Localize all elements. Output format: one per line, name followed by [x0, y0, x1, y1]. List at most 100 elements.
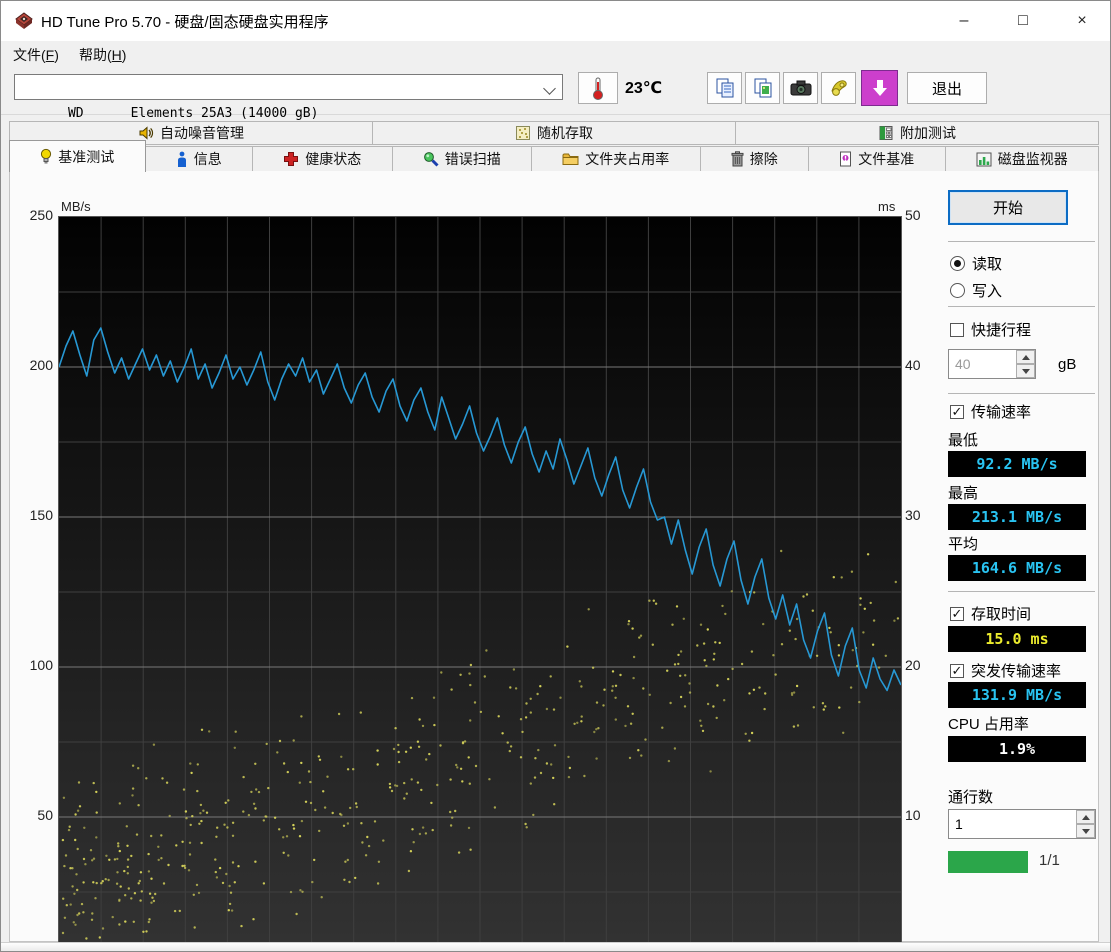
hd-tune-window: HD Tune Pro 5.70 - 硬盘/固态硬盘实用程序 – □ × 文件(… [0, 0, 1111, 952]
status-bar [1, 942, 1110, 951]
exit-button[interactable]: 退出 [907, 72, 987, 104]
short-stroke-checkbox[interactable] [950, 322, 964, 337]
bar-chart-icon [976, 152, 992, 167]
right-axis-tick: 50 [905, 207, 921, 223]
close-button[interactable]: × [1059, 1, 1105, 41]
minimize-button[interactable]: – [941, 1, 987, 41]
tab-label: 文件夹占用率 [585, 151, 670, 167]
spin-up-button[interactable] [1016, 350, 1035, 364]
divider [948, 591, 1095, 592]
write-radio-label: 写入 [972, 283, 1003, 300]
info-icon [176, 151, 188, 167]
short-stroke-row[interactable]: 快捷行程 [950, 319, 1031, 340]
avg-value-display: 164.6 MB/s [948, 555, 1086, 581]
calculator-icon [878, 125, 894, 141]
exit-button-label: 退出 [931, 80, 962, 98]
burst-rate-display: 131.9 MB/s [948, 682, 1086, 708]
tab-health[interactable]: 健康状态 [253, 146, 393, 172]
tab-label: 信息 [193, 151, 222, 167]
tab-error-scan[interactable]: 错误扫描 [392, 146, 532, 172]
short-stroke-spinner[interactable] [948, 349, 1036, 379]
progress-label: 1/1 [1039, 852, 1060, 869]
tab-label: 随机存取 [537, 125, 593, 141]
tab-info[interactable]: 信息 [145, 146, 253, 172]
access-time-checkbox[interactable] [950, 606, 964, 621]
divider [948, 241, 1095, 242]
title-bar: HD Tune Pro 5.70 - 硬盘/固态硬盘实用程序 – □ × [1, 1, 1110, 41]
right-axis-tick: 10 [905, 807, 921, 823]
menu-bar: 文件(F) 帮助(H) [1, 41, 1110, 64]
access-time-display: 15.0 ms [948, 626, 1086, 652]
camera-icon [789, 78, 813, 98]
tab-label: 错误扫描 [444, 151, 501, 167]
burst-rate-label: 突发传输速率 [971, 663, 1062, 680]
read-radio[interactable] [950, 256, 965, 271]
burst-rate-checkbox[interactable] [950, 663, 964, 678]
write-radio-row[interactable]: 写入 [950, 280, 1002, 301]
read-radio-label: 读取 [972, 256, 1003, 273]
tab-file-benchmark[interactable]: 文件基准 [809, 146, 946, 172]
copy-image-button[interactable] [745, 72, 780, 104]
avg-label: 平均 [948, 536, 979, 553]
right-axis-unit: ms [878, 199, 896, 214]
toolbar: WD Elements 25A3 (14000 gB) 23℃ 退出 [1, 64, 1110, 121]
tab-extra-tests[interactable]: 附加测试 [736, 121, 1099, 145]
tab-label: 磁盘监视器 [997, 151, 1068, 167]
transfer-rate-checkbox[interactable] [950, 404, 964, 419]
tab-row-main: 基准测试 信息 健康状态 错误扫描 文件夹占用率 擦除 文件基准 磁盘监视器 [9, 140, 1099, 172]
left-axis-unit: MB/s [61, 199, 91, 214]
copy-text-button[interactable] [707, 72, 742, 104]
pass-count-spinner[interactable] [948, 809, 1096, 839]
left-axis-tick: 150 [29, 507, 53, 523]
save-results-button[interactable] [821, 72, 856, 104]
spin-down-button[interactable] [1016, 364, 1035, 378]
start-button[interactable]: 开始 [948, 190, 1068, 225]
save-results-icon [828, 77, 850, 99]
min-value-display: 92.2 MB/s [948, 451, 1086, 477]
cpu-usage-display: 1.9% [948, 736, 1086, 762]
tab-folder-usage[interactable]: 文件夹占用率 [532, 146, 701, 172]
cpu-usage-label: CPU 占用率 [948, 716, 1029, 733]
max-label: 最高 [948, 485, 979, 502]
temperature-value: 23℃ [625, 80, 663, 97]
window-title: HD Tune Pro 5.70 - 硬盘/固态硬盘实用程序 [41, 14, 329, 31]
download-button[interactable] [861, 70, 898, 106]
min-label: 最低 [948, 432, 979, 449]
thermometer-icon [592, 76, 604, 100]
tab-random-access[interactable]: 随机存取 [373, 121, 736, 145]
transfer-rate-row[interactable]: 传输速率 [950, 401, 1031, 422]
temperature-button[interactable] [578, 72, 618, 104]
tab-erase[interactable]: 擦除 [700, 146, 809, 172]
drive-select-value: WD Elements 25A3 (14000 gB) [67, 106, 319, 121]
random-access-icon [515, 125, 531, 141]
start-button-label: 开始 [992, 200, 1023, 217]
max-value-display: 213.1 MB/s [948, 504, 1086, 530]
tab-label: 文件基准 [858, 151, 915, 167]
benchmark-chart [58, 216, 902, 944]
short-stroke-value-input[interactable] [949, 350, 1023, 378]
app-logo-icon [15, 12, 33, 30]
screenshot-button[interactable] [783, 72, 818, 104]
divider [948, 393, 1095, 394]
pass-count-input[interactable] [949, 810, 1083, 838]
tab-benchmark[interactable]: 基准测试 [9, 140, 146, 172]
read-radio-row[interactable]: 读取 [950, 253, 1002, 274]
burst-rate-row[interactable]: 突发传输速率 [950, 660, 1061, 681]
access-time-row[interactable]: 存取时间 [950, 603, 1031, 624]
right-axis-tick: 20 [905, 657, 921, 673]
tab-disk-monitor[interactable]: 磁盘监视器 [945, 146, 1099, 172]
spin-up-button[interactable] [1076, 810, 1095, 824]
spin-down-button[interactable] [1076, 824, 1095, 838]
chevron-down-icon [543, 82, 556, 95]
drive-select-dropdown[interactable]: WD Elements 25A3 (14000 gB) [14, 74, 563, 121]
write-radio[interactable] [950, 283, 965, 298]
left-axis-tick: 250 [29, 207, 53, 223]
transfer-rate-label: 传输速率 [971, 404, 1032, 421]
copy-image-icon [752, 77, 774, 99]
divider [948, 306, 1095, 307]
short-stroke-unit-label: gB [1058, 356, 1077, 373]
maximize-button[interactable]: □ [1000, 1, 1046, 41]
pass-count-label: 通行数 [948, 789, 994, 806]
magnifier-icon [423, 151, 439, 167]
benchmark-chart-svg [59, 217, 901, 943]
